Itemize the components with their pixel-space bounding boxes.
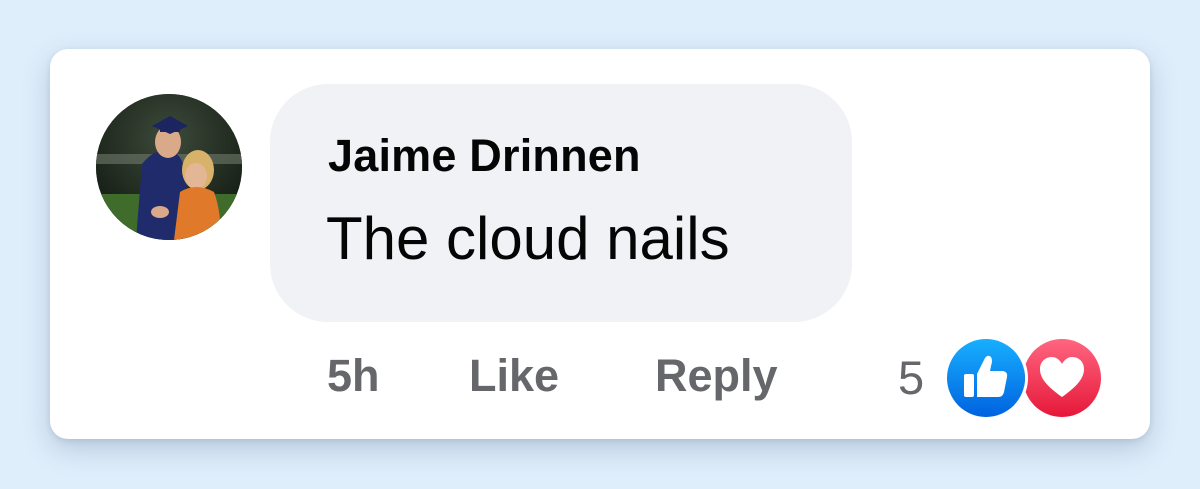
like-button[interactable]: Like	[469, 350, 559, 402]
comment-author-name[interactable]: Jaime Drinnen	[328, 130, 641, 182]
comment-card: Jaime Drinnen The cloud nails 5h Like Re…	[50, 49, 1150, 439]
reactions-summary[interactable]: 5	[898, 336, 1108, 420]
avatar-photo	[96, 94, 242, 240]
comment-text: The cloud nails	[326, 205, 730, 272]
comment-bubble: Jaime Drinnen The cloud nails	[270, 84, 852, 322]
like-icon	[944, 336, 1028, 420]
comment-timestamp[interactable]: 5h	[327, 350, 380, 402]
reaction-count: 5	[898, 351, 925, 404]
love-icon	[1020, 336, 1104, 420]
avatar[interactable]	[96, 94, 242, 240]
reply-button[interactable]: Reply	[655, 350, 778, 402]
